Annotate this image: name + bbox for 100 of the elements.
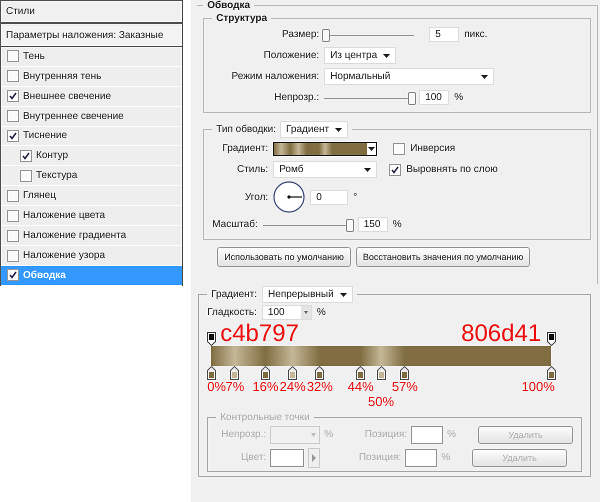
- input-field[interactable]: 100: [419, 90, 450, 105]
- slider[interactable]: [324, 28, 414, 40]
- caret-icon: [364, 168, 372, 172]
- angle-dial[interactable]: [273, 181, 306, 213]
- checkbox[interactable]: [7, 50, 19, 62]
- caret-icon: [300, 306, 311, 318]
- color-stop-icon[interactable]: [206, 366, 216, 380]
- checkbox[interactable]: [7, 70, 19, 82]
- unit-label: %: [447, 429, 456, 440]
- checkbox-label: Выровнять по слою: [406, 164, 498, 175]
- annotation-label: 57%: [392, 380, 418, 393]
- style-list-item[interactable]: Тиснение: [1, 126, 182, 146]
- caret-icon: [311, 432, 316, 436]
- slider-thumb[interactable]: [408, 92, 416, 104]
- field-label: Градиент:: [221, 143, 268, 154]
- input-field[interactable]: 0: [310, 190, 348, 204]
- unit-label: °: [353, 192, 358, 202]
- field-label: Цвет:: [240, 452, 266, 463]
- opacity-stop-icon[interactable]: [546, 332, 556, 346]
- annotation-label: 100%: [522, 380, 555, 393]
- checkbox[interactable]: [7, 230, 19, 242]
- slider[interactable]: [324, 92, 414, 104]
- panel-header: Стили: [1, 1, 182, 24]
- field-label: Размер:: [281, 29, 320, 40]
- checkbox[interactable]: [7, 190, 19, 202]
- color-stop-icon[interactable]: [376, 366, 386, 380]
- section-title: Структура: [215, 13, 268, 24]
- caret-icon: [335, 128, 342, 132]
- field-label: Непрозр.:: [220, 429, 266, 440]
- caret-icon: [383, 54, 390, 58]
- color-stop-icon[interactable]: [261, 366, 270, 380]
- caret-icon: [368, 146, 376, 150]
- caret-icon: [340, 292, 347, 296]
- unit-label: %: [392, 219, 402, 230]
- checkbox[interactable]: [20, 150, 32, 162]
- default-button[interactable]: Восстановить значения по умолчанию: [356, 246, 530, 266]
- checkbox[interactable]: [389, 164, 402, 176]
- color-stop-icon[interactable]: [400, 366, 410, 380]
- blending-options-item[interactable]: Параметры наложения: Заказные: [1, 26, 182, 47]
- input-field[interactable]: 150: [358, 217, 388, 232]
- field-label: Тип обводки:: [216, 124, 276, 135]
- color-stop-icon[interactable]: [315, 366, 324, 380]
- color-swatch[interactable]: [270, 448, 304, 466]
- field-label: Позиция:: [358, 452, 402, 463]
- field-label: Стиль:: [236, 164, 268, 175]
- unit-label: %: [324, 429, 334, 440]
- annotation-label: 806d41: [461, 322, 542, 346]
- checkbox[interactable]: [7, 269, 19, 282]
- annotation-label: 24%: [280, 380, 306, 393]
- unit-label: %: [454, 92, 464, 103]
- color-stop-icon[interactable]: [546, 366, 556, 380]
- dropdown[interactable]: Ромб: [273, 161, 378, 178]
- field-label: Гладкость:: [207, 306, 257, 318]
- color-stop-icon[interactable]: [288, 366, 298, 380]
- dropdown[interactable]: Непрерывный: [262, 286, 353, 303]
- annotation-label: 7%: [225, 380, 244, 393]
- annotation-label: 32%: [306, 380, 333, 393]
- unit-label: %: [316, 306, 326, 318]
- checkbox[interactable]: [7, 210, 19, 222]
- checkbox[interactable]: [7, 90, 19, 102]
- field-label: Позиция:: [364, 429, 408, 440]
- dropdown[interactable]: Из центра: [324, 47, 396, 64]
- checkbox[interactable]: [7, 130, 19, 142]
- annotation-label: 44%: [348, 380, 374, 393]
- unit-label: %: [441, 452, 450, 463]
- slider[interactable]: [262, 218, 353, 230]
- checkbox[interactable]: [393, 142, 406, 154]
- field-label: Режим наложения:: [230, 71, 320, 82]
- style-list-item[interactable]: Внутреннее свечение: [1, 106, 182, 127]
- field-label: Непрозр.:: [273, 92, 320, 103]
- dropdown[interactable]: Градиент: [280, 121, 348, 138]
- slider-thumb[interactable]: [322, 28, 330, 42]
- input-field[interactable]: [411, 426, 444, 444]
- default-button[interactable]: Использовать по умолчанию: [217, 246, 351, 266]
- checkbox[interactable]: [7, 110, 19, 122]
- gradient-picker[interactable]: [273, 142, 378, 156]
- field-label: Градиент:: [211, 289, 258, 300]
- field-label: Масштаб:: [212, 219, 258, 230]
- color-stop-icon[interactable]: [356, 366, 366, 380]
- slider-thumb[interactable]: [346, 218, 354, 232]
- checkbox[interactable]: [7, 250, 19, 262]
- annotation-label: 16%: [252, 380, 278, 393]
- input-field[interactable]: [405, 448, 438, 466]
- annotation-label: 50%: [368, 395, 394, 408]
- dropdown[interactable]: Нормальный: [324, 68, 494, 85]
- field-label: Положение:: [262, 50, 320, 61]
- field-label: Угол:: [244, 192, 268, 202]
- checkbox[interactable]: [20, 170, 32, 182]
- input-field[interactable]: 100: [262, 304, 312, 320]
- unit-label: пикс.: [464, 29, 488, 40]
- annotation-label: 0%: [207, 380, 226, 393]
- style-list-item[interactable]: Внешнее свечение: [1, 86, 182, 107]
- input-field[interactable]: 5: [429, 27, 460, 42]
- opacity-stop-icon[interactable]: [206, 332, 216, 346]
- annotation-label: c4b797: [220, 322, 299, 346]
- checkbox-label: Инверсия: [410, 143, 456, 154]
- color-stop-icon[interactable]: [230, 366, 240, 380]
- section-title: Обводка: [206, 0, 252, 11]
- caret-icon: [481, 74, 488, 78]
- section-title: Контрольные точки: [219, 412, 311, 423]
